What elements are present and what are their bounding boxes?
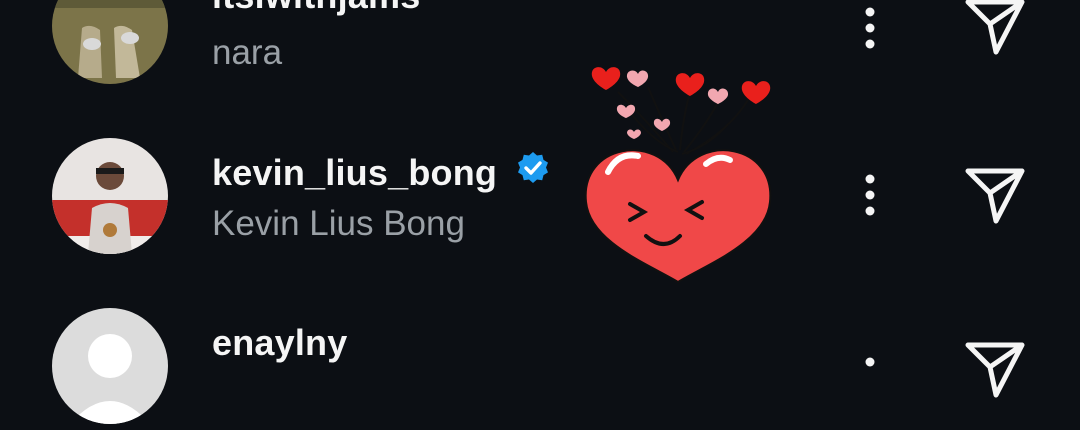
default-avatar-icon bbox=[52, 308, 168, 424]
more-options-icon[interactable] bbox=[852, 0, 888, 60]
avatar[interactable] bbox=[52, 138, 168, 254]
display-name: Kevin Lius Bong bbox=[212, 204, 465, 243]
more-options-icon[interactable] bbox=[852, 167, 888, 227]
display-name: nara bbox=[212, 33, 283, 72]
send-icon[interactable] bbox=[962, 337, 1028, 403]
send-icon[interactable] bbox=[962, 0, 1028, 60]
avatar[interactable] bbox=[52, 0, 168, 84]
avatar-photo bbox=[52, 138, 168, 254]
avatar[interactable] bbox=[52, 308, 168, 424]
username[interactable]: itsiwithjams bbox=[212, 0, 420, 17]
heart-sticker[interactable] bbox=[578, 52, 778, 284]
username[interactable]: kevin_lius_bong bbox=[212, 150, 551, 198]
username[interactable]: enaylny bbox=[212, 322, 347, 364]
user-row[interactable]: itsiwithjams nara bbox=[0, 0, 1080, 95]
verified-badge-icon bbox=[515, 150, 551, 195]
send-icon[interactable] bbox=[962, 163, 1028, 229]
user-row[interactable]: kevin_lius_bong Kevin Lius Bong bbox=[0, 130, 1080, 260]
more-options-icon[interactable] bbox=[852, 350, 888, 410]
username-text: kevin_lius_bong bbox=[212, 152, 498, 193]
avatar-photo bbox=[52, 0, 168, 84]
user-row[interactable]: enaylny bbox=[0, 300, 1080, 430]
